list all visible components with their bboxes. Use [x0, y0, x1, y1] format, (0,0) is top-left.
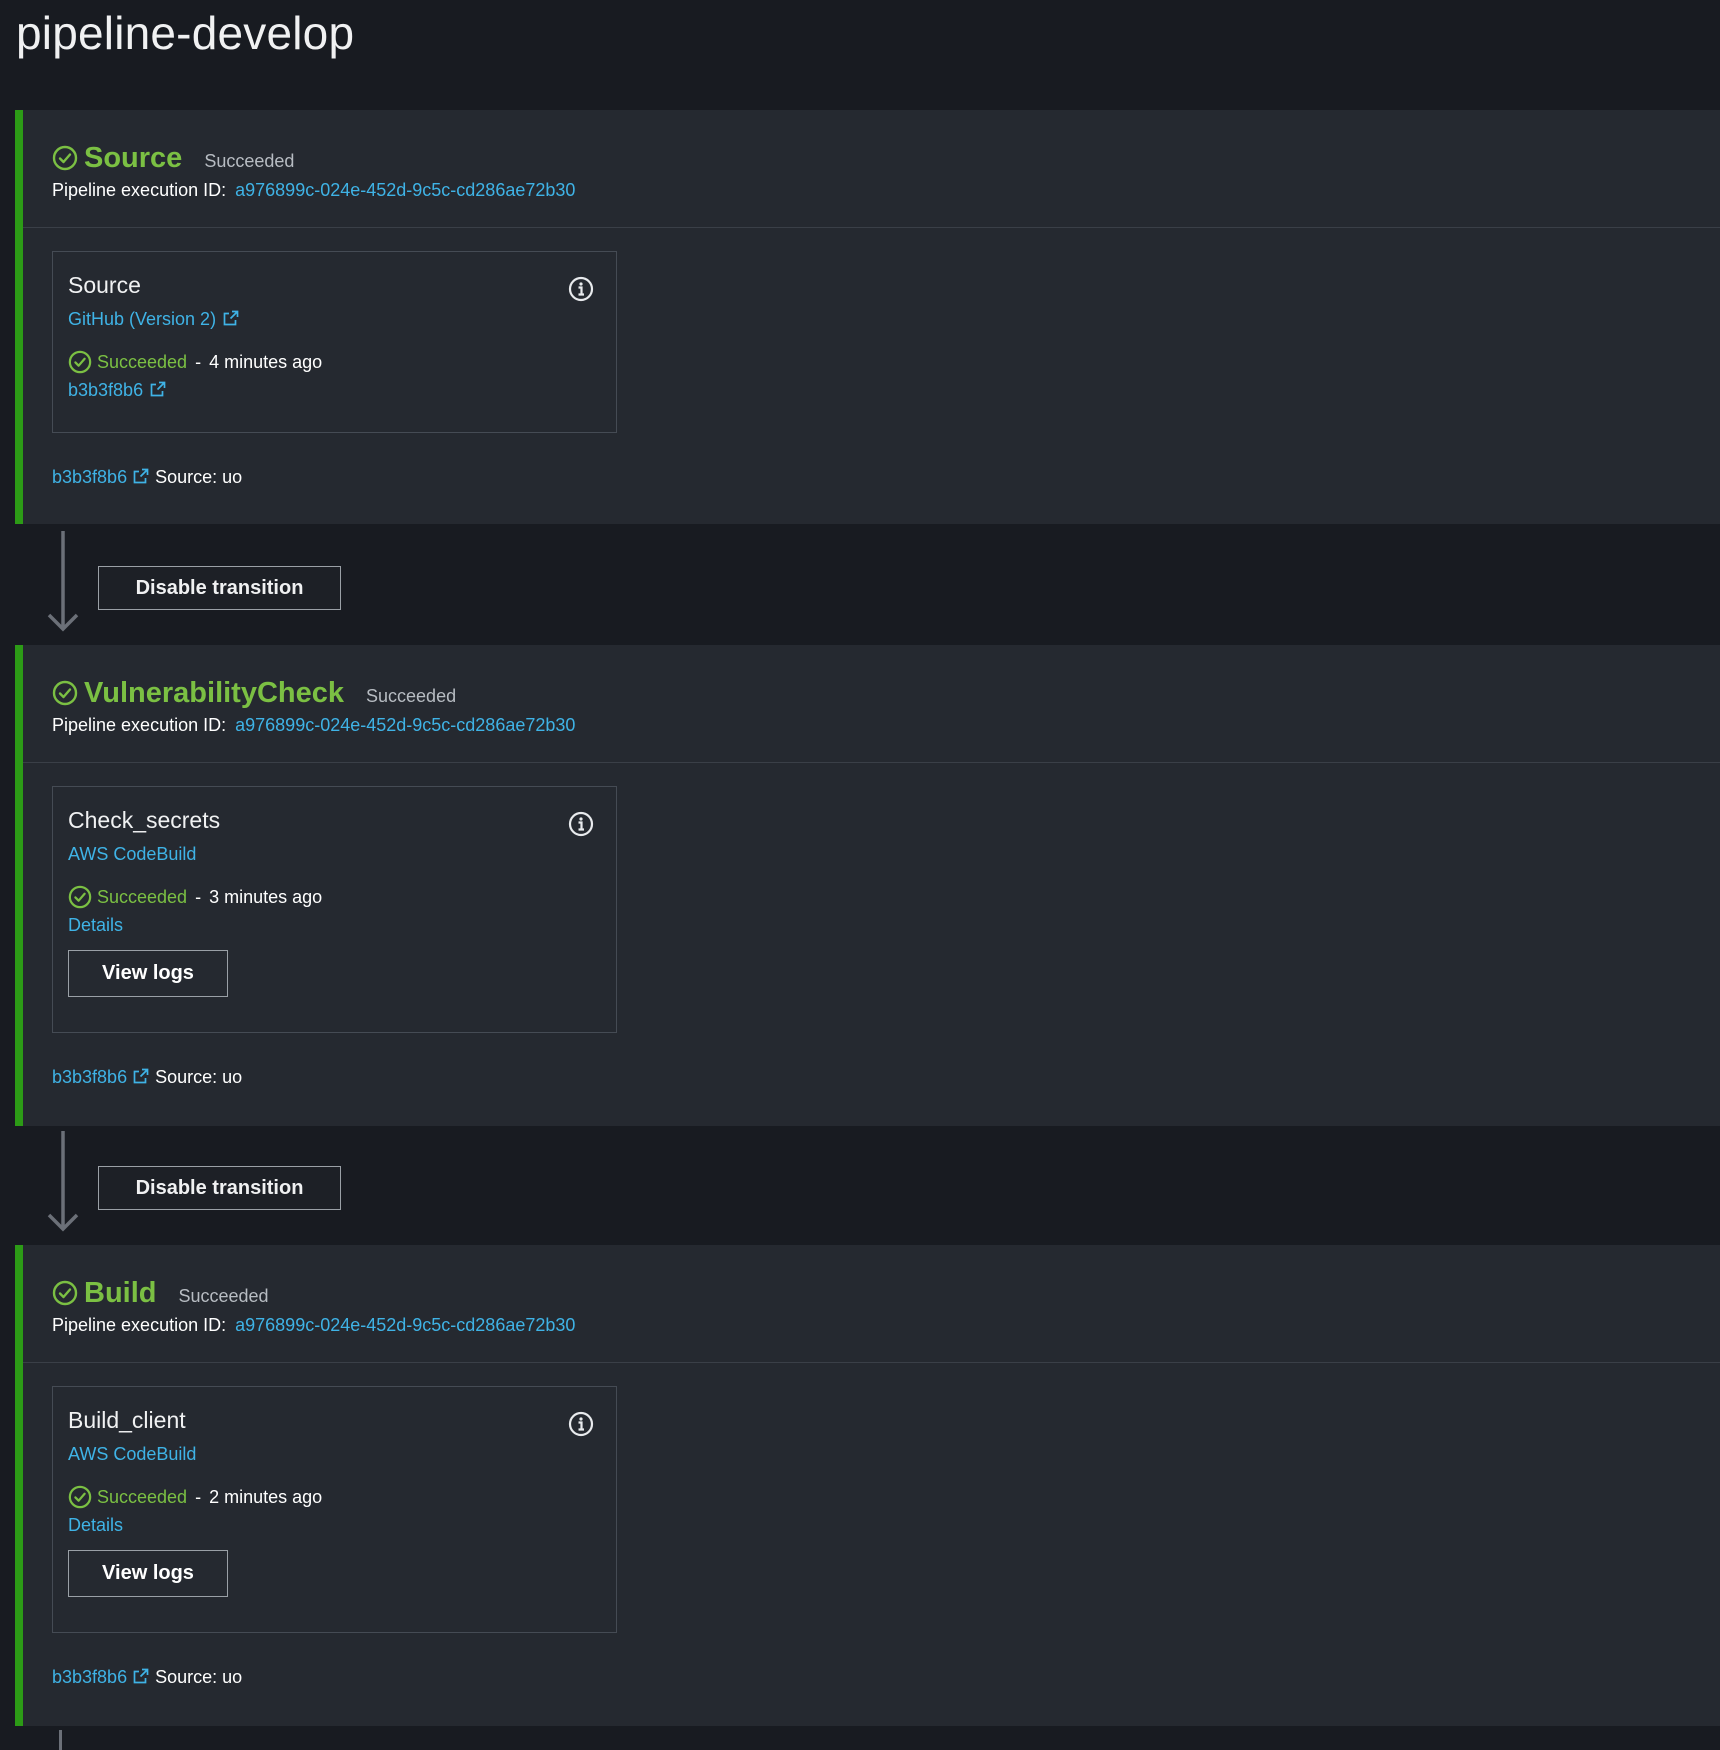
action-time: 3 minutes ago	[209, 886, 323, 907]
revision-link[interactable]: b3b3f8b6	[52, 1067, 127, 1087]
execution-id-label: Pipeline execution ID:	[52, 180, 227, 200]
execution-id-label: Pipeline execution ID:	[52, 1315, 227, 1335]
artifact-source: Source: uo	[155, 1067, 243, 1087]
revision-link[interactable]: b3b3f8b6	[52, 467, 127, 487]
details-link[interactable]: Details	[68, 915, 123, 935]
check-circle-icon	[52, 1280, 78, 1306]
stage-body: Check_secrets AWS CodeBuild Succeeded - …	[23, 763, 1720, 1088]
execution-id-row: Pipeline execution ID: a976899c-024e-452…	[52, 1315, 1720, 1336]
page-title: pipeline-develop	[16, 7, 355, 59]
arrow-down-icon	[47, 531, 79, 632]
action-card: Build_client AWS CodeBuild Succeeded - 2…	[52, 1386, 617, 1633]
check-circle-icon	[52, 145, 78, 171]
stage-name: Source	[84, 141, 183, 174]
stage-status: Succeeded	[366, 685, 457, 706]
stage-status: Succeeded	[178, 1285, 269, 1306]
transition: Disable transition	[15, 1127, 615, 1237]
stage-body: Build_client AWS CodeBuild Succeeded - 2…	[23, 1363, 1720, 1688]
details-link[interactable]: Details	[68, 1515, 123, 1535]
stage-body: Source GitHub (Version 2) Succeeded - 4 …	[23, 228, 1720, 488]
view-logs-button[interactable]: View logs	[68, 1550, 228, 1597]
artifact-row: b3b3f8b6 Source: uo	[52, 467, 1720, 488]
action-name: Check_secrets	[68, 807, 221, 833]
action-status: Succeeded	[97, 886, 188, 907]
external-link-icon[interactable]	[133, 1668, 149, 1684]
stage-status: Succeeded	[204, 150, 295, 171]
artifact-source: Source: uo	[155, 1667, 243, 1687]
external-link-icon[interactable]	[133, 468, 149, 484]
action-name: Source	[68, 272, 141, 298]
execution-id-link[interactable]: a976899c-024e-452d-9c5c-cd286ae72b30	[235, 1315, 575, 1335]
artifact-row: b3b3f8b6 Source: uo	[52, 1667, 1720, 1688]
execution-id-link[interactable]: a976899c-024e-452d-9c5c-cd286ae72b30	[235, 180, 575, 200]
check-circle-icon	[52, 680, 78, 706]
stage-build: Build Succeeded Pipeline execution ID: a…	[15, 1245, 1720, 1726]
info-icon[interactable]	[568, 276, 594, 302]
transition: Disable transition	[15, 527, 615, 637]
check-circle-icon	[68, 350, 92, 374]
provider-link[interactable]: GitHub (Version 2)	[68, 309, 216, 329]
artifact-row: b3b3f8b6 Source: uo	[52, 1067, 1720, 1088]
action-name: Build_client	[68, 1407, 186, 1433]
separator: -	[195, 886, 202, 907]
action-card: Source GitHub (Version 2) Succeeded - 4 …	[52, 251, 617, 433]
provider-link[interactable]: AWS CodeBuild	[68, 1444, 196, 1464]
stage-vulnerability-check: VulnerabilityCheck Succeeded Pipeline ex…	[15, 645, 1720, 1126]
external-link-icon[interactable]	[223, 310, 239, 326]
stage-name: Build	[84, 1276, 157, 1309]
disable-transition-button[interactable]: Disable transition	[98, 566, 341, 610]
external-link-icon[interactable]	[150, 381, 166, 397]
stage-header: Build Succeeded Pipeline execution ID: a…	[23, 1245, 1720, 1363]
disable-transition-button[interactable]: Disable transition	[98, 1166, 341, 1210]
separator: -	[195, 351, 202, 372]
action-time: 4 minutes ago	[209, 351, 323, 372]
revision-link[interactable]: b3b3f8b6	[52, 1667, 127, 1687]
check-circle-icon	[68, 1485, 92, 1509]
external-link-icon[interactable]	[133, 1068, 149, 1084]
action-status: Succeeded	[97, 1486, 188, 1507]
execution-id-link[interactable]: a976899c-024e-452d-9c5c-cd286ae72b30	[235, 715, 575, 735]
stage-name: VulnerabilityCheck	[84, 676, 345, 709]
separator: -	[195, 1486, 202, 1507]
artifact-source: Source: uo	[155, 467, 243, 487]
provider-link[interactable]: AWS CodeBuild	[68, 844, 196, 864]
execution-id-row: Pipeline execution ID: a976899c-024e-452…	[52, 715, 1720, 736]
stage-source: Source Succeeded Pipeline execution ID: …	[15, 110, 1720, 524]
stage-header: VulnerabilityCheck Succeeded Pipeline ex…	[23, 645, 1720, 763]
view-logs-button[interactable]: View logs	[68, 950, 228, 997]
action-status: Succeeded	[97, 351, 188, 372]
execution-id-row: Pipeline execution ID: a976899c-024e-452…	[52, 180, 1720, 201]
action-time: 2 minutes ago	[209, 1486, 323, 1507]
info-icon[interactable]	[568, 1411, 594, 1437]
commit-link[interactable]: b3b3f8b6	[68, 380, 143, 400]
arrow-down-icon	[47, 1131, 79, 1232]
action-card: Check_secrets AWS CodeBuild Succeeded - …	[52, 786, 617, 1033]
check-circle-icon	[68, 885, 92, 909]
info-icon[interactable]	[568, 811, 594, 837]
execution-id-label: Pipeline execution ID:	[52, 715, 227, 735]
transition-line	[59, 1730, 62, 1750]
stage-header: Source Succeeded Pipeline execution ID: …	[23, 110, 1720, 228]
